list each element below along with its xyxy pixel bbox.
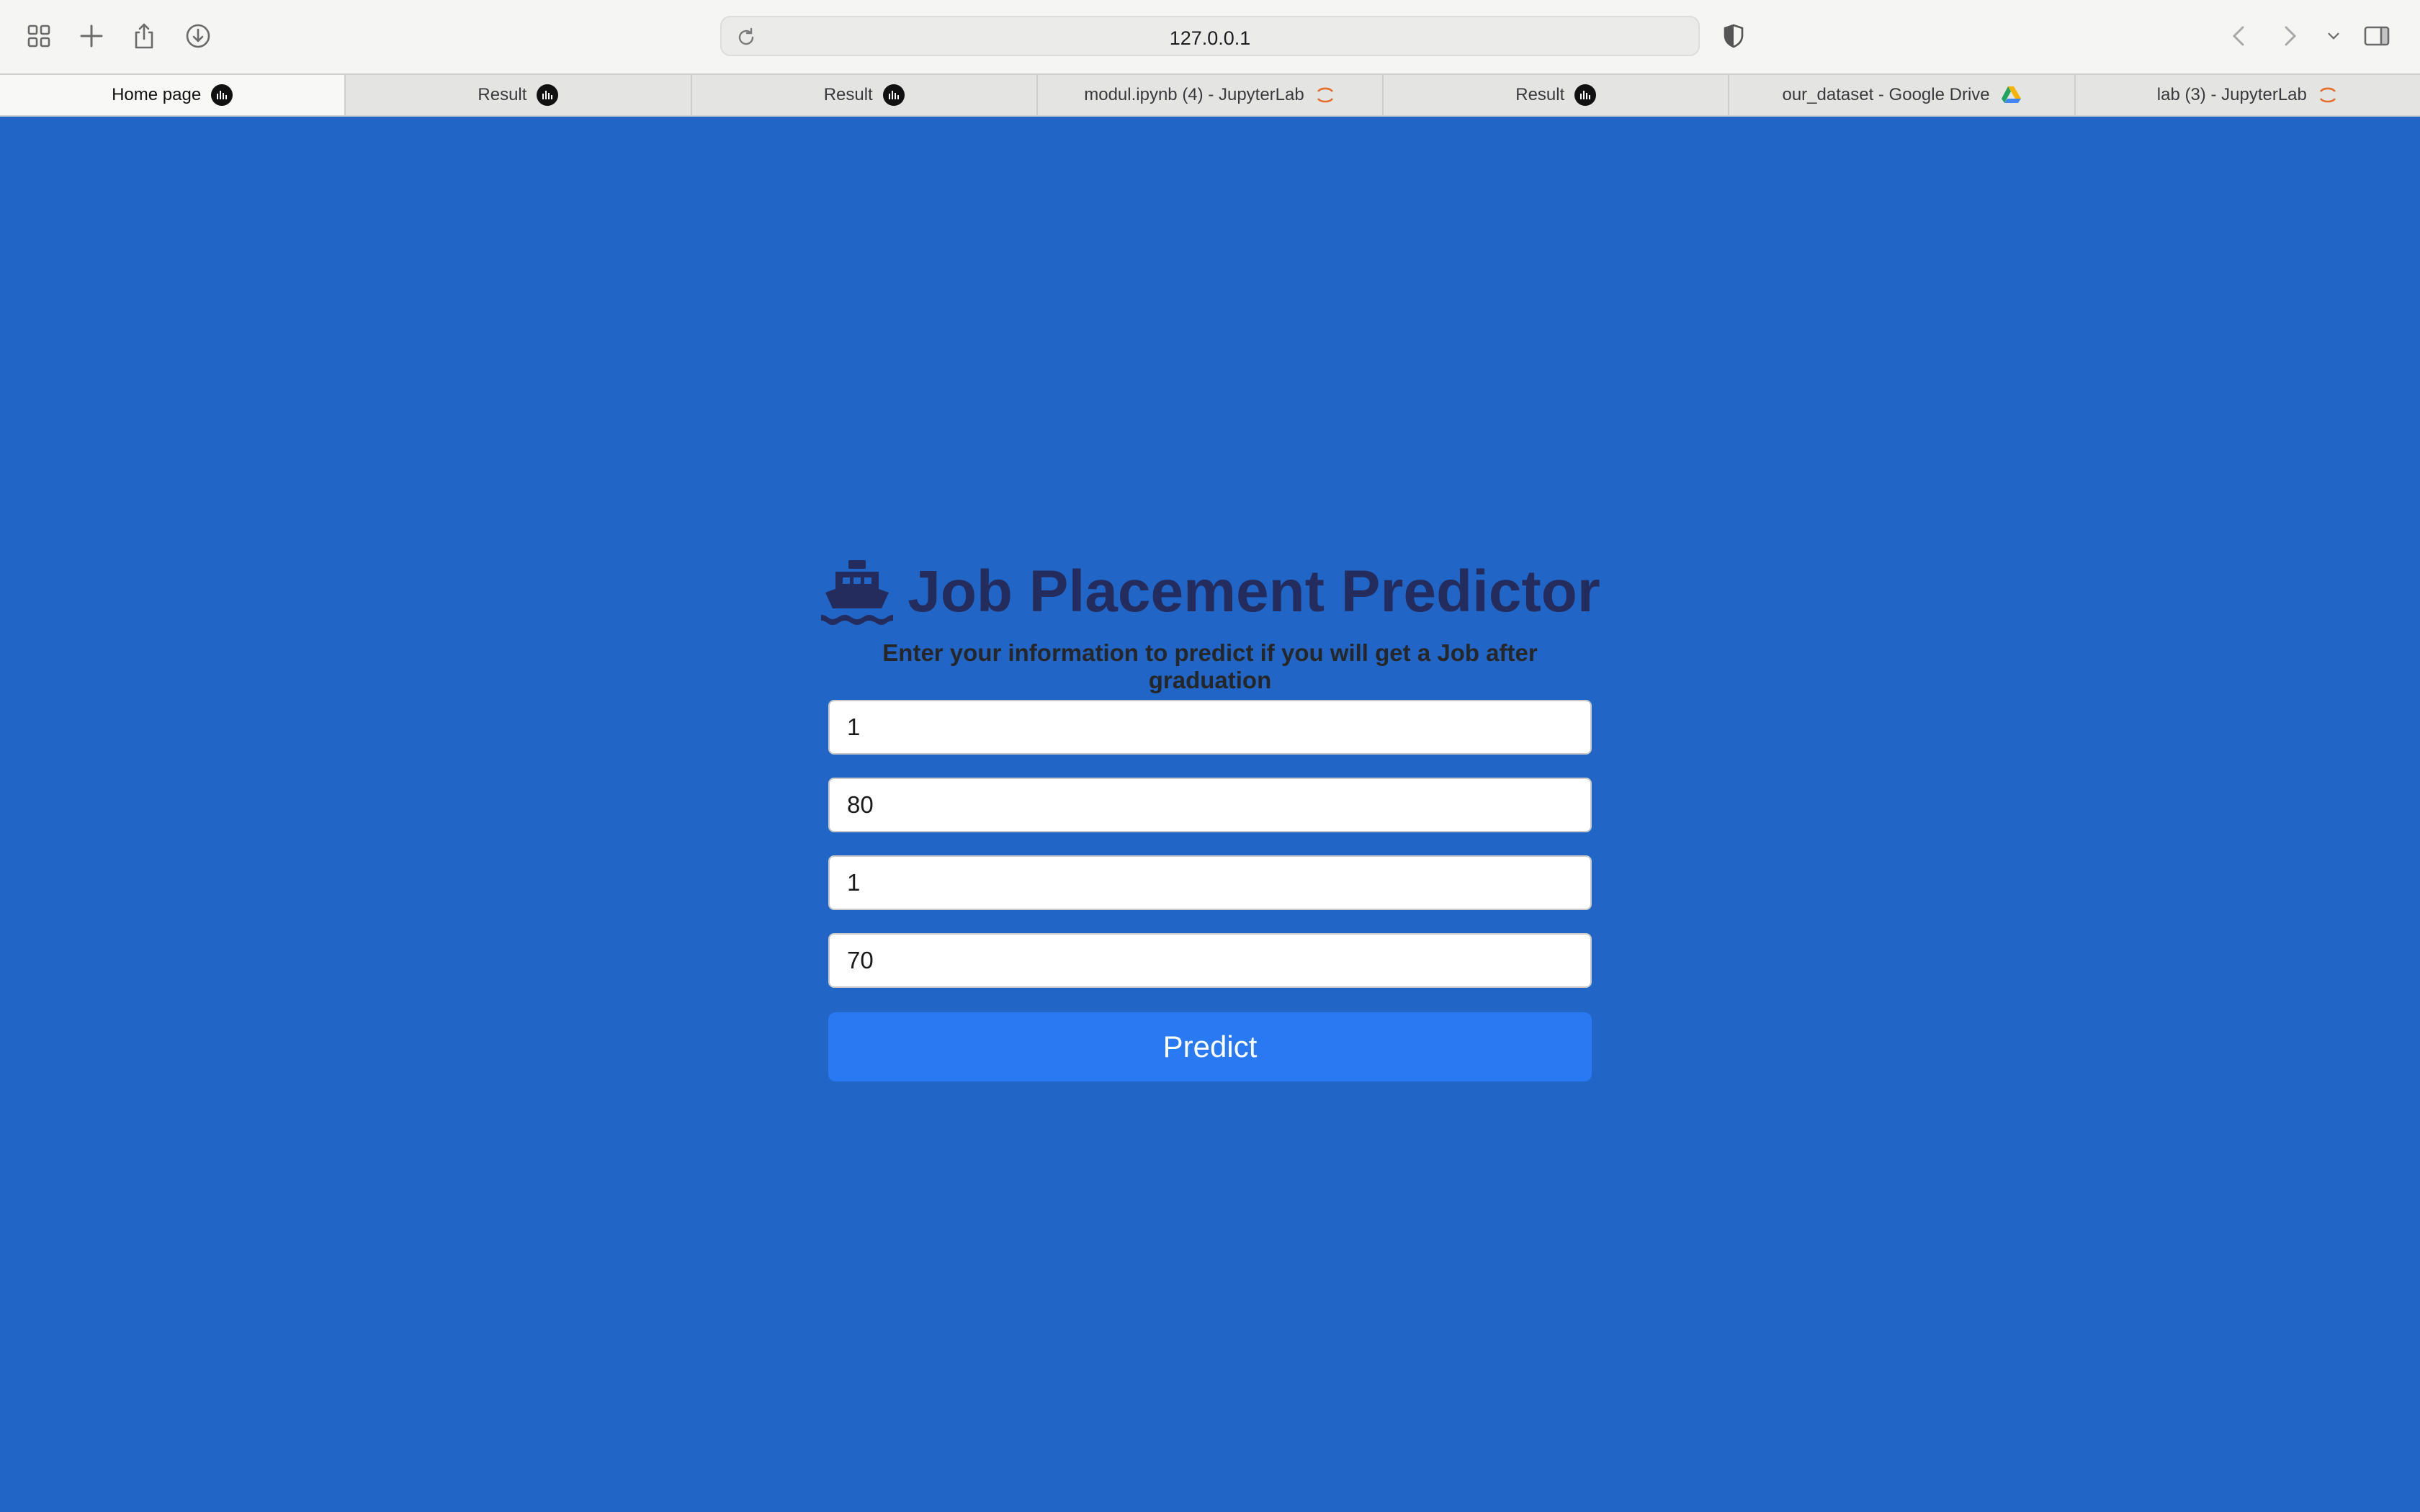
tab-label: modul.ipynb (4) - JupyterLab: [1084, 85, 1304, 104]
tab-label: Result: [478, 85, 527, 104]
sidebar-icon[interactable]: [2360, 19, 2394, 53]
grid-icon[interactable]: [22, 19, 56, 53]
browser-toolbar: 127.0.0.1: [0, 0, 2420, 73]
tab-bar: Home page Result Result modul.ipynb (4) …: [0, 73, 2420, 117]
chart-favicon-icon: [882, 84, 905, 106]
tab-google-drive[interactable]: our_dataset - Google Drive: [1729, 75, 2076, 115]
tab-label: our_dataset - Google Drive: [1782, 85, 1990, 104]
download-icon[interactable]: [181, 19, 215, 53]
tab-result[interactable]: Result: [1384, 75, 1730, 115]
address-url: 127.0.0.1: [1169, 27, 1251, 49]
chevron-left-icon[interactable]: [2222, 19, 2257, 53]
tab-label: lab (3) - JupyterLab: [2156, 85, 2307, 104]
tab-label: Home page: [112, 85, 202, 104]
chart-favicon-icon: [537, 84, 559, 106]
input-field-3[interactable]: [828, 855, 1592, 910]
chart-favicon-icon: [1574, 84, 1597, 106]
page-content: Job Placement Predictor Enter your infor…: [0, 117, 2420, 1512]
tab-jupyter-lab[interactable]: lab (3) - JupyterLab: [2076, 75, 2420, 115]
title-row: Job Placement Predictor: [821, 549, 1600, 635]
predictor-form: Job Placement Predictor Enter your infor…: [821, 549, 1600, 1081]
ship-icon: [821, 560, 894, 625]
jupyter-favicon-icon: [2319, 87, 2336, 103]
input-field-2[interactable]: [828, 778, 1592, 832]
plus-icon[interactable]: [74, 19, 109, 53]
predict-button[interactable]: Predict: [828, 1012, 1592, 1081]
chart-favicon-icon: [211, 84, 233, 106]
tab-label: Result: [823, 85, 873, 104]
jupyter-favicon-icon: [1317, 87, 1333, 103]
tab-result[interactable]: Result: [692, 75, 1038, 115]
chevron-down-icon[interactable]: [2319, 19, 2348, 53]
tab-label: Result: [1515, 85, 1565, 104]
share-icon[interactable]: [127, 19, 161, 53]
drive-favicon-icon: [2001, 86, 2021, 103]
chevron-right-icon[interactable]: [2272, 19, 2307, 53]
input-field-4[interactable]: [828, 933, 1592, 988]
shield-icon[interactable]: [1716, 19, 1751, 53]
page-title: Job Placement Predictor: [908, 559, 1600, 624]
page-subtitle: Enter your information to predict if you…: [882, 639, 1538, 693]
tab-jupyter-modul[interactable]: modul.ipynb (4) - JupyterLab: [1038, 75, 1384, 115]
tab-home-page[interactable]: Home page: [0, 75, 346, 115]
input-field-1[interactable]: [828, 700, 1592, 755]
tab-result[interactable]: Result: [346, 75, 692, 115]
address-bar[interactable]: 127.0.0.1: [720, 16, 1700, 56]
